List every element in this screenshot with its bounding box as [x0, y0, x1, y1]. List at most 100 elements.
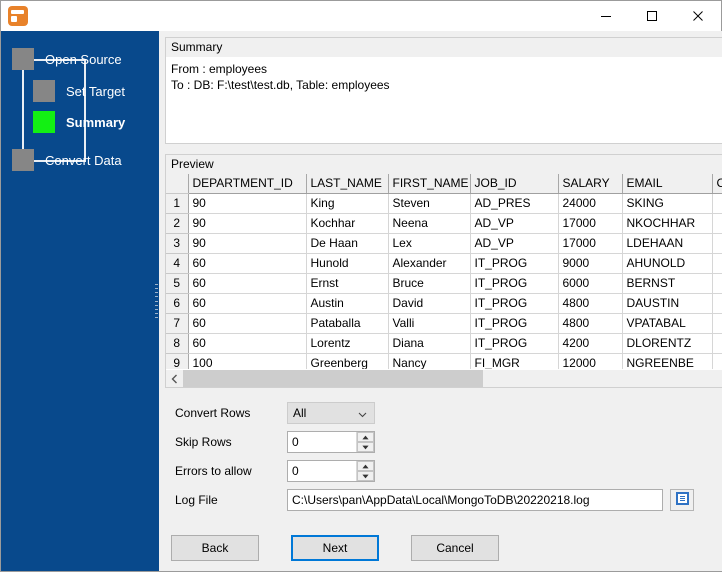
- cell-department-id[interactable]: 60: [188, 273, 307, 294]
- cell-commission[interactable]: [712, 313, 722, 334]
- column-header-first-name[interactable]: FIRST_NAME: [388, 174, 471, 194]
- cell-department-id[interactable]: 60: [188, 293, 307, 314]
- row-number[interactable]: 8: [166, 333, 189, 354]
- table-row[interactable]: 7 60 Pataballa Valli IT_PROG 4800 VPATABAL: [166, 313, 722, 334]
- cell-salary[interactable]: 24000: [558, 193, 623, 214]
- log-file-browse-button[interactable]: [670, 489, 694, 511]
- cell-first-name[interactable]: Steven: [388, 193, 471, 214]
- table-row[interactable]: 1 90 King Steven AD_PRES 24000 SKING: [166, 193, 722, 214]
- cell-department-id[interactable]: 60: [188, 313, 307, 334]
- cell-last-name[interactable]: Hunold: [306, 253, 389, 274]
- preview-grid-container[interactable]: DEPARTMENT_ID LAST_NAME FIRST_NAME JOB_I…: [165, 174, 722, 388]
- cell-job-id[interactable]: IT_PROG: [470, 313, 559, 334]
- skip-rows-stepper[interactable]: [287, 431, 375, 453]
- cell-email[interactable]: VPATABAL: [622, 313, 713, 334]
- cell-job-id[interactable]: IT_PROG: [470, 273, 559, 294]
- cell-job-id[interactable]: AD_VP: [470, 213, 559, 234]
- cell-email[interactable]: AHUNOLD: [622, 253, 713, 274]
- row-number[interactable]: 5: [166, 273, 189, 294]
- cell-salary[interactable]: 17000: [558, 213, 623, 234]
- scrollbar-track[interactable]: [183, 370, 722, 387]
- cell-first-name[interactable]: Valli: [388, 313, 471, 334]
- close-icon[interactable]: [675, 1, 721, 31]
- row-number[interactable]: 3: [166, 233, 189, 254]
- column-header-department-id[interactable]: DEPARTMENT_ID: [188, 174, 307, 194]
- cell-email[interactable]: DLORENTZ: [622, 333, 713, 354]
- maximize-icon[interactable]: [629, 1, 675, 31]
- table-row[interactable]: 3 90 De Haan Lex AD_VP 17000 LDEHAAN: [166, 233, 722, 254]
- minimize-icon[interactable]: [583, 1, 629, 31]
- table-row[interactable]: 4 60 Hunold Alexander IT_PROG 9000 AHUNOLD: [166, 253, 722, 274]
- cell-last-name[interactable]: Lorentz: [306, 333, 389, 354]
- column-header-salary[interactable]: SALARY: [558, 174, 623, 194]
- next-button[interactable]: Next: [291, 535, 379, 561]
- cell-commission[interactable]: [712, 273, 722, 294]
- cell-salary[interactable]: 6000: [558, 273, 623, 294]
- cell-job-id[interactable]: AD_PRES: [470, 193, 559, 214]
- cell-department-id[interactable]: 90: [188, 193, 307, 214]
- cell-email[interactable]: BERNST: [622, 273, 713, 294]
- cell-salary[interactable]: 9000: [558, 253, 623, 274]
- table-row[interactable]: 5 60 Ernst Bruce IT_PROG 6000 BERNST: [166, 273, 722, 294]
- cell-salary[interactable]: 4800: [558, 293, 623, 314]
- cell-department-id[interactable]: 60: [188, 333, 307, 354]
- cell-last-name[interactable]: Kochhar: [306, 213, 389, 234]
- row-number[interactable]: 7: [166, 313, 189, 334]
- cell-email[interactable]: DAUSTIN: [622, 293, 713, 314]
- cell-salary[interactable]: 17000: [558, 233, 623, 254]
- cell-last-name[interactable]: De Haan: [306, 233, 389, 254]
- cell-job-id[interactable]: IT_PROG: [470, 253, 559, 274]
- cell-job-id[interactable]: IT_PROG: [470, 293, 559, 314]
- cell-last-name[interactable]: King: [306, 193, 389, 214]
- column-header-email[interactable]: EMAIL: [622, 174, 713, 194]
- spinner-up-icon[interactable]: [357, 461, 374, 471]
- cell-commission[interactable]: [712, 213, 722, 234]
- table-row[interactable]: 6 60 Austin David IT_PROG 4800 DAUSTIN: [166, 293, 722, 314]
- cell-department-id[interactable]: 90: [188, 233, 307, 254]
- table-row[interactable]: 8 60 Lorentz Diana IT_PROG 4200 DLORENTZ: [166, 333, 722, 354]
- cell-commission[interactable]: [712, 253, 722, 274]
- chevron-left-icon[interactable]: [166, 370, 183, 387]
- cell-commission[interactable]: [712, 293, 722, 314]
- sidebar-item-summary[interactable]: Summary: [33, 111, 125, 133]
- cell-first-name[interactable]: David: [388, 293, 471, 314]
- cell-salary[interactable]: 4200: [558, 333, 623, 354]
- convert-rows-select[interactable]: All: [287, 402, 375, 424]
- cell-department-id[interactable]: 90: [188, 213, 307, 234]
- cell-commission[interactable]: [712, 233, 722, 254]
- sidebar-item-open-source[interactable]: Open Source: [12, 48, 122, 70]
- cell-first-name[interactable]: Bruce: [388, 273, 471, 294]
- log-file-input[interactable]: [288, 492, 662, 508]
- cell-salary[interactable]: 4800: [558, 313, 623, 334]
- sidebar-item-set-target[interactable]: Set Target: [33, 80, 125, 102]
- sidebar-item-convert-data[interactable]: Convert Data: [12, 149, 122, 171]
- preview-horizontal-scrollbar[interactable]: [166, 369, 722, 387]
- row-number[interactable]: 4: [166, 253, 189, 274]
- cell-commission[interactable]: [712, 193, 722, 214]
- column-header-commission[interactable]: COMMIS: [712, 174, 722, 194]
- back-button[interactable]: Back: [171, 535, 259, 561]
- cell-last-name[interactable]: Austin: [306, 293, 389, 314]
- row-number[interactable]: 1: [166, 193, 189, 214]
- cell-job-id[interactable]: IT_PROG: [470, 333, 559, 354]
- column-header-last-name[interactable]: LAST_NAME: [306, 174, 389, 194]
- table-row[interactable]: 2 90 Kochhar Neena AD_VP 17000 NKOCHHAR: [166, 213, 722, 234]
- cell-commission[interactable]: [712, 333, 722, 354]
- cell-first-name[interactable]: Diana: [388, 333, 471, 354]
- cell-last-name[interactable]: Pataballa: [306, 313, 389, 334]
- cancel-button[interactable]: Cancel: [411, 535, 499, 561]
- spinner-down-icon[interactable]: [357, 442, 374, 452]
- cell-department-id[interactable]: 60: [188, 253, 307, 274]
- cell-first-name[interactable]: Alexander: [388, 253, 471, 274]
- log-file-field[interactable]: [287, 489, 663, 511]
- errors-to-allow-stepper[interactable]: [287, 460, 375, 482]
- spinner-down-icon[interactable]: [357, 471, 374, 481]
- column-header-job-id[interactable]: JOB_ID: [470, 174, 559, 194]
- row-number[interactable]: 2: [166, 213, 189, 234]
- spinner-up-icon[interactable]: [357, 432, 374, 442]
- cell-email[interactable]: SKING: [622, 193, 713, 214]
- errors-to-allow-input[interactable]: [288, 461, 356, 481]
- cell-job-id[interactable]: AD_VP: [470, 233, 559, 254]
- skip-rows-input[interactable]: [288, 432, 356, 452]
- cell-first-name[interactable]: Neena: [388, 213, 471, 234]
